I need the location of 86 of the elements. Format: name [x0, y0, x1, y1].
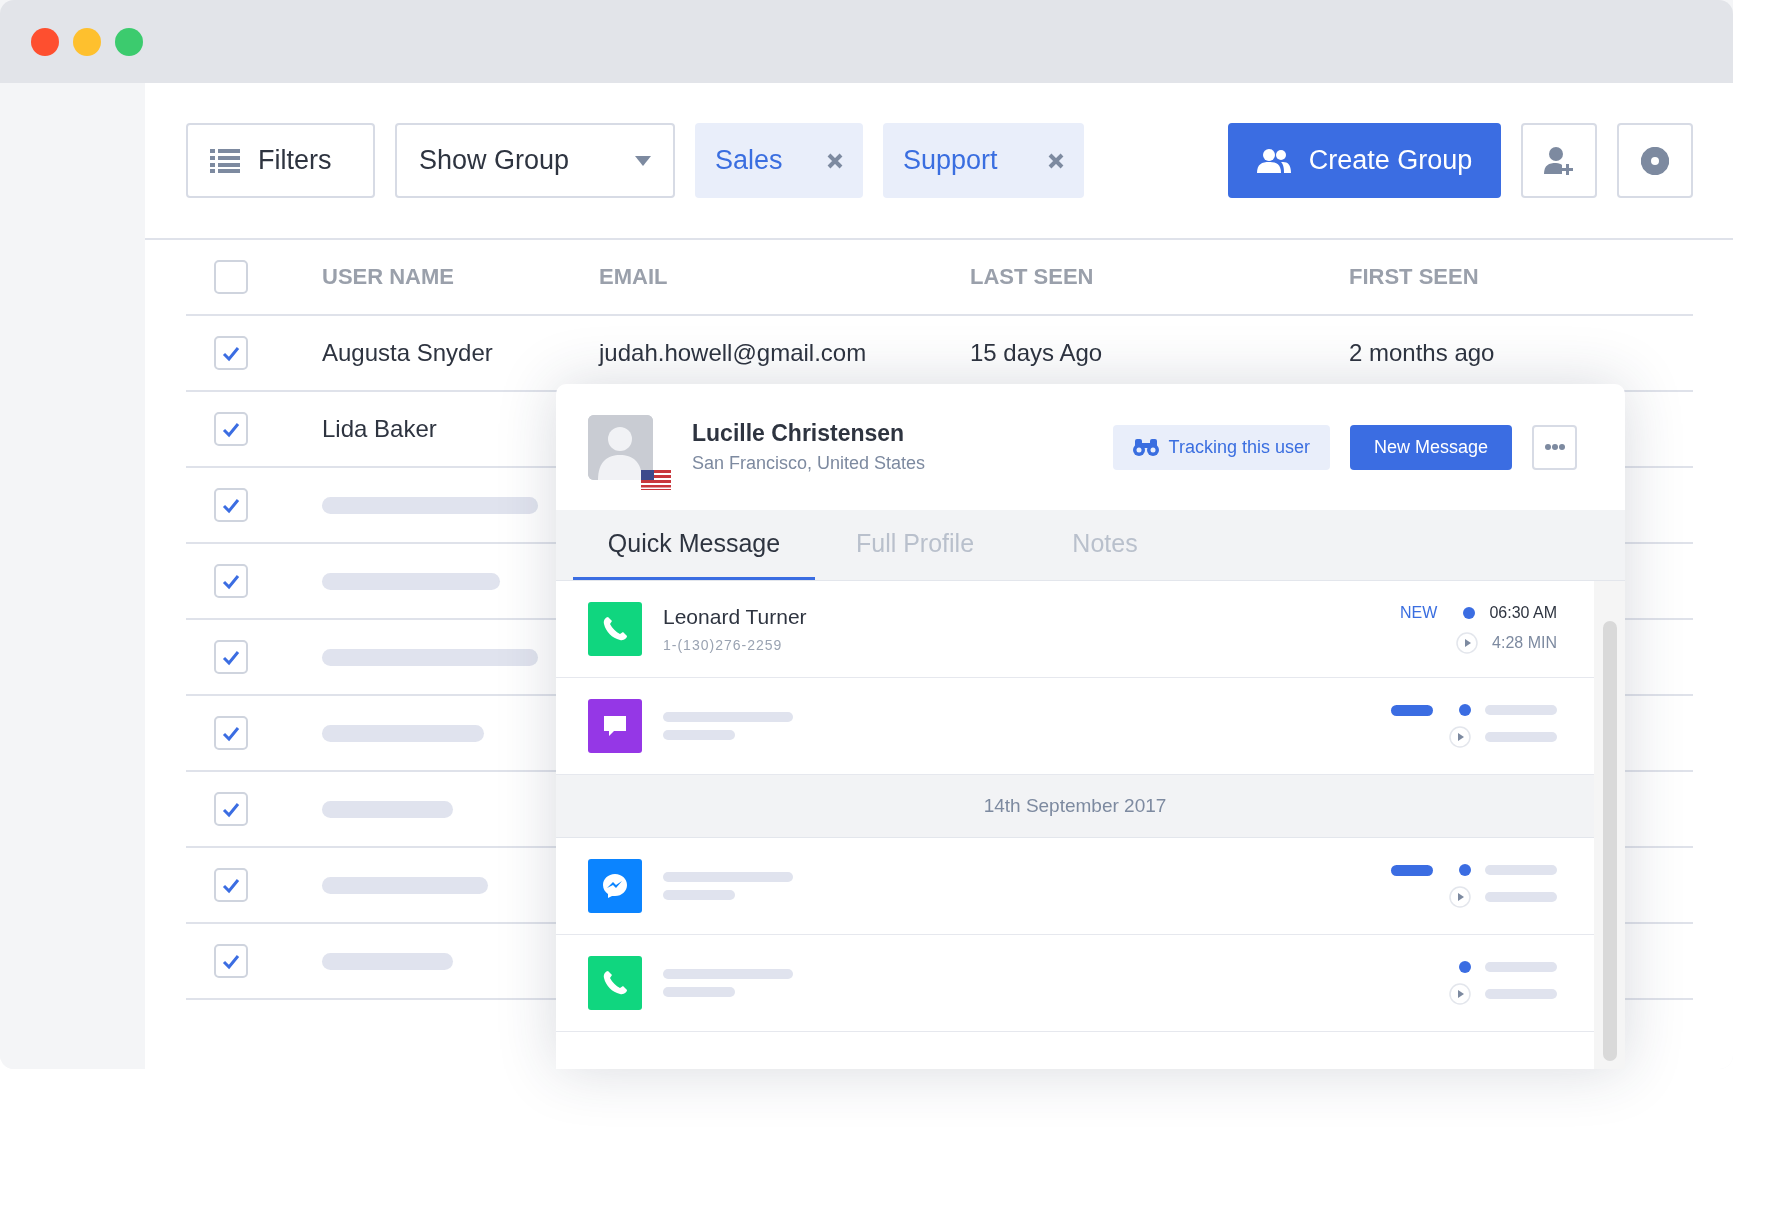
check-icon	[221, 724, 241, 742]
column-header: EMAIL	[599, 264, 669, 290]
play-icon[interactable]	[1449, 886, 1471, 908]
column-header: LAST SEEN	[970, 264, 1095, 290]
messenger-icon	[588, 859, 642, 913]
filter-tag[interactable]: Support	[883, 123, 1084, 198]
table-cell-text: 2 months ago	[1349, 339, 1496, 367]
window-control-dot[interactable]	[73, 27, 101, 56]
people-icon	[1256, 148, 1291, 173]
checkbox[interactable]	[214, 868, 248, 902]
loading-placeholder	[663, 890, 735, 900]
check-icon	[221, 952, 241, 970]
play-icon[interactable]	[1449, 983, 1471, 1005]
unread-dot	[1459, 704, 1471, 716]
more-icon	[1544, 444, 1565, 450]
user-location: San Francisco, United States	[692, 453, 927, 474]
more-button[interactable]	[1532, 424, 1577, 470]
checkbox[interactable]	[214, 260, 248, 294]
loading-placeholder	[663, 987, 735, 997]
checkbox[interactable]	[214, 488, 248, 522]
loading-placeholder	[1485, 865, 1557, 875]
loading-placeholder	[1485, 705, 1557, 715]
table-cell-text: Lida Baker	[322, 415, 438, 443]
flag-icon	[641, 469, 671, 490]
table-cell-text: judah.howell@gmail.com	[599, 339, 868, 367]
check-icon	[221, 876, 241, 894]
list-icon	[210, 148, 240, 173]
group-dropdown[interactable]: Show Group	[395, 123, 675, 198]
checkbox[interactable]	[214, 792, 248, 826]
close-icon[interactable]	[1048, 152, 1064, 169]
filter-tag[interactable]: Sales	[695, 123, 863, 198]
checkbox[interactable]	[214, 640, 248, 674]
user-name: Lucille Christensen	[692, 420, 906, 447]
window-control-dot[interactable]	[31, 27, 59, 56]
checkbox[interactable]	[214, 944, 248, 978]
new-label: NEW	[1400, 604, 1438, 622]
filters-button[interactable]: Filters	[186, 123, 375, 198]
close-icon[interactable]	[827, 152, 843, 169]
tracking-button[interactable]: Tracking this user	[1112, 424, 1330, 470]
window-control-dot[interactable]	[115, 27, 143, 56]
check-icon	[221, 648, 241, 666]
table-cell-text: Augusta Snyder	[322, 339, 494, 367]
dropdown-value: Show Group	[419, 145, 570, 176]
loading-placeholder	[1485, 962, 1557, 972]
phone-number: 1-(130)276-2259	[663, 637, 784, 653]
tab[interactable]: Quick Message	[573, 510, 815, 580]
new-message-button[interactable]: New Message	[1349, 424, 1512, 470]
contact-name: Leonard Turner	[663, 605, 808, 629]
tag-label: Sales	[715, 145, 783, 176]
check-icon	[221, 800, 241, 818]
add-user-button[interactable]	[1521, 123, 1597, 198]
message-item[interactable]: Leonard Turner 1-(130)276-2259 NEW 06:30 AM 4:28 MIN	[556, 581, 1594, 678]
loading-placeholder	[1485, 732, 1557, 742]
unread-dot	[1459, 864, 1471, 876]
loading-placeholder	[1485, 989, 1557, 999]
message-time: 06:30 AM	[1489, 604, 1557, 622]
column-header: USER NAME	[322, 264, 455, 290]
table-cell-text: 15 days Ago	[970, 339, 1104, 367]
settings-button[interactable]	[1617, 123, 1693, 198]
check-icon	[221, 420, 241, 438]
scrollbar[interactable]	[1594, 581, 1625, 1069]
caret-icon	[635, 155, 651, 166]
checkbox[interactable]	[214, 564, 248, 598]
check-icon	[221, 344, 241, 362]
binoculars-icon	[1132, 438, 1159, 456]
check-icon	[221, 496, 241, 514]
loading-placeholder	[663, 730, 735, 740]
date-separator: 14th September 2017	[556, 775, 1594, 838]
phone-icon	[588, 956, 642, 1010]
unread-dot	[1463, 607, 1476, 619]
loading-placeholder	[1485, 892, 1557, 902]
chat-bubble-icon	[588, 699, 642, 753]
call-duration: 4:28 MIN	[1492, 634, 1557, 652]
play-icon[interactable]	[1456, 632, 1479, 654]
checkbox[interactable]	[214, 336, 248, 370]
avatar-silhouette-icon	[588, 414, 653, 480]
phone-icon	[588, 602, 642, 656]
column-header: FIRST SEEN	[1349, 264, 1480, 290]
play-icon[interactable]	[1449, 726, 1471, 748]
create-group-button[interactable]: Create Group	[1228, 123, 1501, 198]
checkbox[interactable]	[214, 412, 248, 446]
checkbox[interactable]	[214, 716, 248, 750]
check-icon	[221, 572, 241, 590]
user-plus-icon	[1544, 145, 1574, 176]
tag-label: Support	[903, 145, 998, 176]
unread-dot	[1459, 961, 1471, 973]
